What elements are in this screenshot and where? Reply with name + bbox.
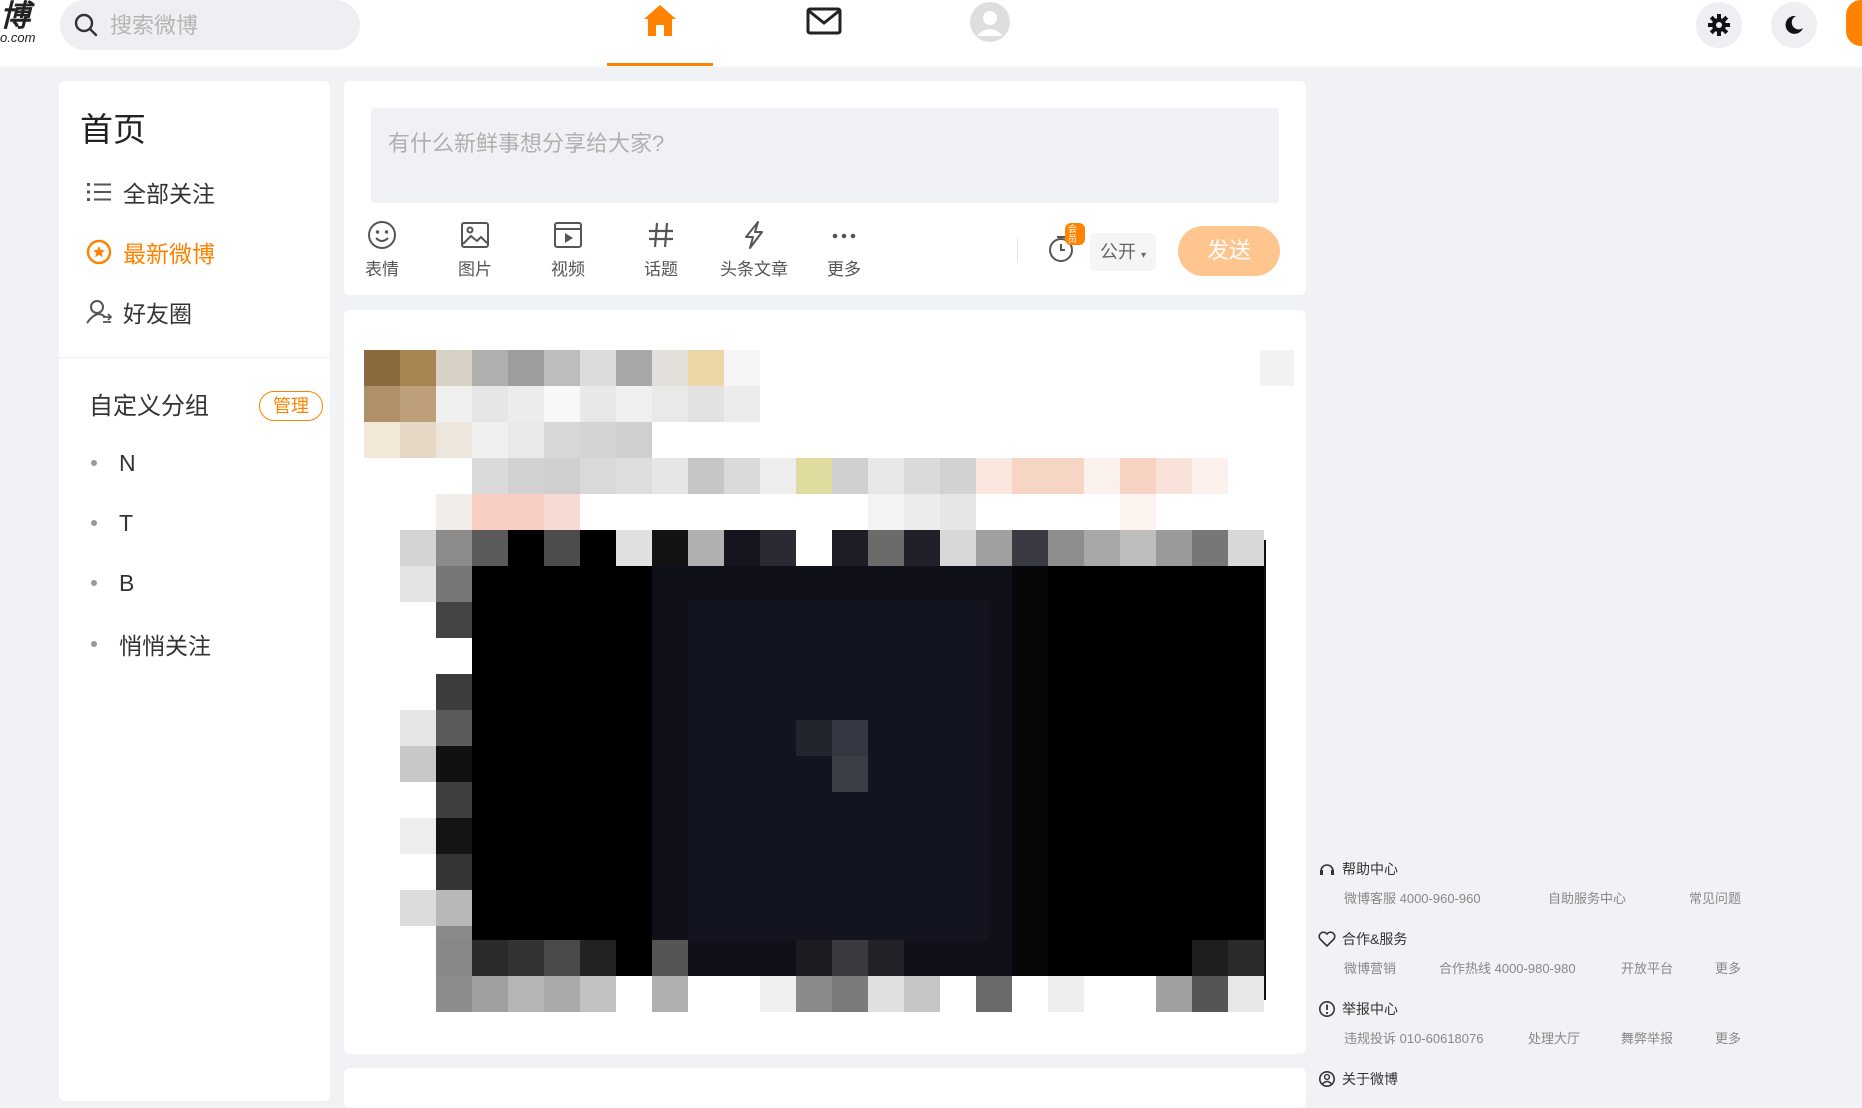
sidebar-divider xyxy=(59,357,330,358)
top-navigation-bar: 博 o.com xyxy=(0,0,1862,67)
tool-label: 头条文章 xyxy=(720,260,788,279)
group-item[interactable]: N xyxy=(91,445,136,481)
toolbar-divider xyxy=(1017,238,1018,262)
headset-icon xyxy=(1320,864,1334,875)
sidebar-item-all-following[interactable]: 全部关注 xyxy=(85,172,215,212)
gear-icon xyxy=(1708,14,1730,36)
sidebar-item-label: 好友圈 xyxy=(123,301,192,327)
left-sidebar: 首页 全部关注 最新微博 好友圈 自定义分组 管理 N T B 悄悄关注 xyxy=(59,81,330,1101)
image-button[interactable]: 图片 xyxy=(440,219,510,283)
list-icon xyxy=(85,178,113,206)
group-item-label: B xyxy=(119,569,135,596)
post-input[interactable] xyxy=(371,108,1279,203)
footer-cooperation[interactable]: 合作&服务 xyxy=(1318,927,1407,951)
more-button[interactable]: 更多 xyxy=(809,219,879,283)
nav-messages-tab[interactable] xyxy=(771,0,877,66)
send-button[interactable]: 发送 xyxy=(1178,226,1280,276)
footer-link[interactable]: 舞弊举报 xyxy=(1621,1028,1673,1048)
pixelated-media-image[interactable] xyxy=(354,340,1294,1040)
tool-label: 更多 xyxy=(827,260,861,279)
footer-section-title: 合作&服务 xyxy=(1342,931,1408,947)
footer-about[interactable]: 关于微博 xyxy=(1318,1067,1398,1091)
visibility-value: 公开 xyxy=(1099,242,1136,262)
bullet-dot xyxy=(91,460,97,466)
hashtag-icon xyxy=(649,222,673,248)
handshake-icon xyxy=(1318,931,1336,948)
group-item[interactable]: 悄悄关注 xyxy=(91,626,211,662)
footer-report-center[interactable]: 举报中心 xyxy=(1318,997,1398,1021)
logo-text: 博 xyxy=(0,0,30,33)
scheduled-post-button[interactable]: 会员 xyxy=(1045,223,1085,266)
bullet-dot xyxy=(91,641,97,647)
manage-groups-button[interactable]: 管理 xyxy=(259,391,323,421)
search-icon[interactable] xyxy=(73,12,99,38)
sidebar-item-label: 最新微博 xyxy=(123,241,215,267)
footer-link[interactable]: 微博营销 xyxy=(1344,958,1396,978)
next-feed-card xyxy=(344,1068,1306,1108)
logo-domain: o.com xyxy=(0,30,36,45)
tool-label: 图片 xyxy=(458,260,492,279)
article-button[interactable]: 头条文章 xyxy=(714,219,794,283)
footer-link[interactable]: 更多 xyxy=(1715,958,1741,978)
feed-post-card xyxy=(344,310,1306,1054)
group-item-label: N xyxy=(119,449,136,476)
group-item[interactable]: B xyxy=(91,565,134,601)
sidebar-item-latest[interactable]: 最新微博 xyxy=(85,232,215,272)
dark-mode-button[interactable] xyxy=(1771,2,1817,48)
footer-link[interactable]: 微博客服 4000-960-960 xyxy=(1344,888,1481,908)
bullet-dot xyxy=(91,520,97,526)
nav-profile-tab[interactable] xyxy=(937,0,1043,66)
image-icon xyxy=(461,222,489,248)
home-icon xyxy=(644,5,676,36)
settings-button[interactable] xyxy=(1696,2,1742,48)
video-icon xyxy=(554,222,582,248)
group-item[interactable]: T xyxy=(91,505,133,541)
footer-link[interactable]: 开放平台 xyxy=(1621,958,1673,978)
video-button[interactable]: 视频 xyxy=(533,219,603,283)
friends-icon xyxy=(85,298,113,326)
group-item-label: T xyxy=(119,509,134,536)
sidebar-item-label: 全部关注 xyxy=(123,181,215,207)
more-icon xyxy=(832,233,856,239)
tool-label: 话题 xyxy=(644,260,678,279)
footer-link[interactable]: 更多 xyxy=(1715,1028,1741,1048)
footer-link[interactable]: 自助服务中心 xyxy=(1548,888,1626,908)
footer-section-title: 举报中心 xyxy=(1342,1001,1398,1017)
user-avatar[interactable] xyxy=(1846,0,1862,46)
tool-label: 视频 xyxy=(551,260,585,279)
custom-group-title: 自定义分组 xyxy=(89,393,209,420)
sidebar-item-friends[interactable]: 好友圈 xyxy=(85,292,192,332)
footer-link[interactable]: 常见问题 xyxy=(1689,888,1741,908)
footer-link[interactable]: 处理大厅 xyxy=(1528,1028,1580,1048)
weibo-logo[interactable]: 博 o.com xyxy=(0,0,48,48)
footer-section-title: 帮助中心 xyxy=(1342,861,1398,877)
emoji-icon xyxy=(368,221,396,249)
mail-icon xyxy=(806,7,842,35)
sidebar-title: 首页 xyxy=(80,111,146,148)
footer-link[interactable]: 违规投诉 010-60618076 xyxy=(1344,1028,1483,1048)
post-composer: 表情 图片 视频 话题 头条文章 更多 xyxy=(344,81,1306,295)
group-item-label: 悄悄关注 xyxy=(119,633,211,659)
caret-down-icon: ▾ xyxy=(1140,250,1147,261)
nav-home-tab[interactable] xyxy=(607,0,713,66)
footer-link[interactable]: 合作热线 4000-980-980 xyxy=(1439,958,1576,978)
lightning-icon xyxy=(745,221,763,249)
avatar-icon xyxy=(970,2,1010,42)
vip-badge: 会员 xyxy=(1065,223,1085,245)
hashtag-button[interactable]: 话题 xyxy=(626,219,696,283)
visibility-select[interactable]: 公开 ▾ xyxy=(1090,233,1156,271)
footer-help-center[interactable]: 帮助中心 xyxy=(1318,857,1398,881)
emoji-button[interactable]: 表情 xyxy=(347,219,417,283)
bullet-dot xyxy=(91,580,97,586)
search-input[interactable] xyxy=(108,10,352,42)
moon-icon xyxy=(1785,15,1803,34)
alert-icon xyxy=(1319,1001,1335,1017)
search-box xyxy=(60,0,360,50)
footer-section-title: 关于微博 xyxy=(1342,1071,1398,1087)
star-circle-icon xyxy=(85,238,113,266)
about-icon xyxy=(1319,1071,1335,1087)
tool-label: 表情 xyxy=(365,260,399,279)
